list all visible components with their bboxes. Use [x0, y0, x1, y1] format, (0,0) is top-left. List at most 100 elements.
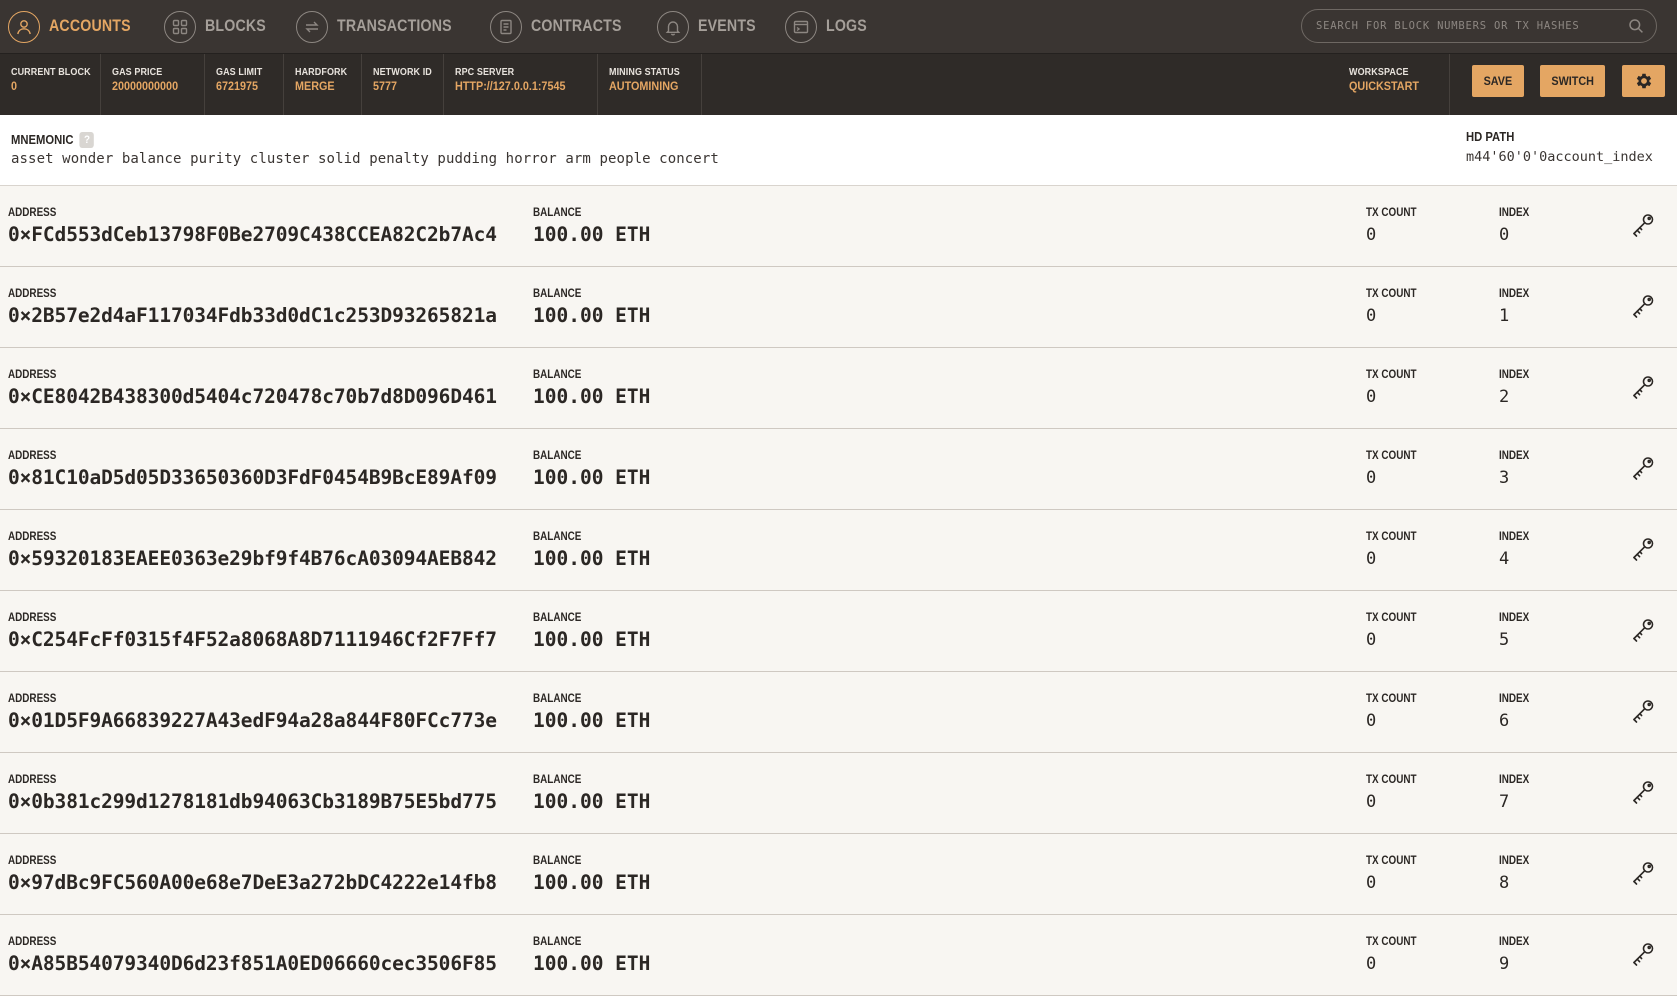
account-row-2: ADDRESS 0×CE8042B438300d5404c720478c70b7…	[0, 348, 1677, 429]
gas-limit-value: 6721975	[216, 79, 259, 93]
account-row-6: ADDRESS 0×01D5F9A66839227A43edF94a28a844…	[0, 672, 1677, 753]
balance-label: BALANCE	[533, 612, 582, 624]
key-icon	[1633, 619, 1654, 642]
address-label: ADDRESS	[8, 693, 57, 705]
tx-count-label: TX COUNT	[1366, 207, 1417, 219]
mining-status-label: MINING STATUS	[609, 67, 680, 78]
account-balance: 100.00 ETH	[533, 952, 651, 975]
index-label: INDEX	[1499, 855, 1530, 867]
balance-label: BALANCE	[533, 369, 582, 381]
status-bar: CURRENT BLOCK 0 GAS PRICE 20000000000 GA…	[0, 53, 1677, 115]
save-button[interactable]: SAVE	[1472, 65, 1524, 97]
settings-button[interactable]	[1622, 65, 1665, 97]
network-id-value: 5777	[373, 79, 398, 93]
account-index: 4	[1499, 549, 1510, 569]
nav-transactions[interactable]: TRANSACTIONS	[288, 0, 482, 53]
account-tx-count: 0	[1366, 225, 1377, 245]
switch-button[interactable]: SWITCH	[1540, 65, 1605, 97]
index-label: INDEX	[1499, 774, 1530, 786]
key-icon	[1633, 862, 1654, 885]
account-address: 0×01D5F9A66839227A43edF94a28a844F80FCc77…	[8, 709, 497, 732]
index-label: INDEX	[1499, 531, 1530, 543]
tx-count-label: TX COUNT	[1366, 855, 1417, 867]
address-label: ADDRESS	[8, 288, 57, 300]
nav-accounts-label: ACCOUNTS	[49, 17, 131, 35]
nav-logs-label: LOGS	[826, 17, 867, 35]
account-index: 1	[1499, 306, 1510, 326]
account-tx-count: 0	[1366, 711, 1377, 731]
account-address: 0×81C10aD5d05D33650360D3FdF0454B9BcE89Af…	[8, 466, 497, 489]
gas-price-label: GAS PRICE	[112, 67, 163, 78]
hardfork-stat: HARDFORK MERGE	[284, 54, 362, 115]
show-keys-button[interactable]	[1628, 453, 1658, 483]
help-icon[interactable]: ?	[79, 132, 95, 148]
account-row-7: ADDRESS 0×0b381c299d1278181db94063Cb3189…	[0, 753, 1677, 834]
nav-events[interactable]: EVENTS	[649, 0, 777, 53]
account-balance: 100.00 ETH	[533, 466, 651, 489]
nav-contracts-label: CONTRACTS	[531, 17, 623, 35]
balance-label: BALANCE	[533, 207, 582, 219]
show-keys-button[interactable]	[1628, 615, 1658, 645]
top-navigation: ACCOUNTS BLOCKS TRANSACTIONS CONTRACTS E…	[0, 0, 1677, 53]
account-index: 8	[1499, 873, 1510, 893]
save-button-label: SAVE	[1483, 74, 1513, 88]
nav-blocks[interactable]: BLOCKS	[156, 0, 288, 53]
workspace-stat: WORKSPACE QUICKSTART	[1339, 54, 1450, 115]
account-address: 0×A85B54079340D6d23f851A0ED06660cec3506F…	[8, 952, 497, 975]
show-keys-button[interactable]	[1628, 291, 1658, 321]
balance-label: BALANCE	[533, 288, 582, 300]
nav-accounts[interactable]: ACCOUNTS	[0, 0, 156, 53]
key-icon	[1633, 538, 1654, 561]
account-balance: 100.00 ETH	[533, 871, 651, 894]
account-address: 0×2B57e2d4aF117034Fdb33d0dC1c253D9326582…	[8, 304, 497, 327]
gear-icon	[1636, 73, 1651, 89]
account-tx-count: 0	[1366, 873, 1377, 893]
show-keys-button[interactable]	[1628, 858, 1658, 888]
show-keys-button[interactable]	[1628, 939, 1658, 969]
tx-count-label: TX COUNT	[1366, 693, 1417, 705]
key-icon	[1633, 214, 1654, 237]
show-keys-button[interactable]	[1628, 534, 1658, 564]
hd-path-label: HD PATH	[1466, 130, 1515, 144]
gas-price-stat: GAS PRICE 20000000000	[101, 54, 205, 115]
account-address: 0×C254FcFf0315f4F52a8068A8D7111946Cf2F7F…	[8, 628, 497, 651]
show-keys-button[interactable]	[1628, 696, 1658, 726]
mining-status-stat: MINING STATUS AUTOMINING	[598, 54, 702, 115]
search-input[interactable]	[1314, 10, 1628, 42]
nav-logs[interactable]: LOGS	[777, 0, 886, 53]
balance-label: BALANCE	[533, 855, 582, 867]
account-address: 0×CE8042B438300d5404c720478c70b7d8D096D4…	[8, 385, 497, 408]
account-index: 6	[1499, 711, 1510, 731]
account-tx-count: 0	[1366, 792, 1377, 812]
hd-path-value: m44'60'0'0account_index	[1466, 149, 1653, 165]
key-icon	[1633, 700, 1654, 723]
account-row-8: ADDRESS 0×97dBc9FC560A00e68e7DeE3a272bDC…	[0, 834, 1677, 915]
mining-status-value: AUTOMINING	[609, 79, 679, 93]
account-index: 3	[1499, 468, 1510, 488]
account-index: 5	[1499, 630, 1510, 650]
account-address: 0×0b381c299d1278181db94063Cb3189B75E5bd7…	[8, 790, 497, 813]
address-label: ADDRESS	[8, 369, 57, 381]
network-id-stat: NETWORK ID 5777	[362, 54, 444, 115]
address-label: ADDRESS	[8, 774, 57, 786]
show-keys-button[interactable]	[1628, 372, 1658, 402]
account-row-5: ADDRESS 0×C254FcFf0315f4F52a8068A8D71119…	[0, 591, 1677, 672]
nav-contracts[interactable]: CONTRACTS	[482, 0, 648, 53]
account-index: 2	[1499, 387, 1510, 407]
key-icon	[1633, 376, 1654, 399]
account-index: 7	[1499, 792, 1510, 812]
account-tx-count: 0	[1366, 549, 1377, 569]
show-keys-button[interactable]	[1628, 777, 1658, 807]
account-balance: 100.00 ETH	[533, 790, 651, 813]
show-keys-button[interactable]	[1628, 210, 1658, 240]
gas-limit-label: GAS LIMIT	[216, 67, 263, 78]
rpc-server-label: RPC SERVER	[455, 67, 515, 78]
search-icon[interactable]	[1628, 18, 1644, 34]
index-label: INDEX	[1499, 450, 1530, 462]
account-address: 0×FCd553dCeb13798F0Be2709C438CCEA82C2b7A…	[8, 223, 497, 246]
account-balance: 100.00 ETH	[533, 547, 651, 570]
network-id-label: NETWORK ID	[373, 67, 432, 78]
hardfork-label: HARDFORK	[295, 67, 348, 78]
current-block-stat: CURRENT BLOCK 0	[0, 54, 101, 115]
rpc-server-stat: RPC SERVER HTTP://127.0.0.1:7545	[444, 54, 598, 115]
